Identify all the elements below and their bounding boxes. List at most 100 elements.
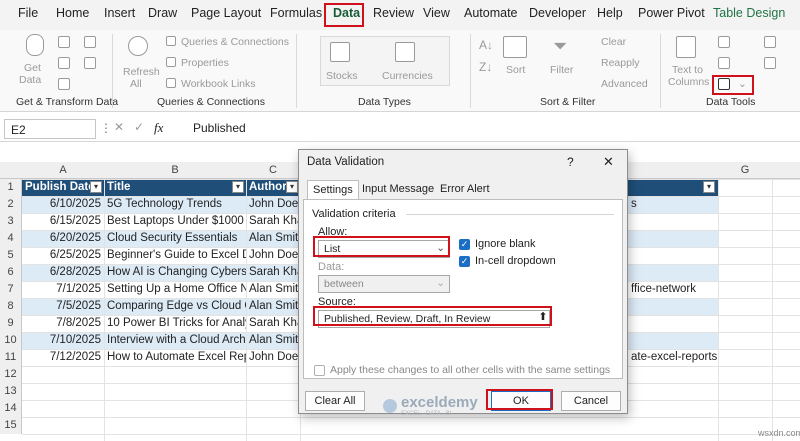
filter-dropdown-icon[interactable]: ▾	[703, 181, 715, 193]
table-cell[interactable]: 6/10/2025	[22, 196, 104, 213]
advanced-button[interactable]: Advanced	[601, 78, 648, 90]
table-cell[interactable]: How AI is Changing Cyberse	[104, 264, 246, 281]
close-icon[interactable]: ✕	[603, 154, 614, 170]
filter-dropdown-icon[interactable]: ▾	[232, 181, 244, 193]
menu-draw[interactable]: Draw	[148, 6, 177, 20]
table-cell[interactable]: 7/10/2025	[22, 332, 104, 349]
menu-page-layout[interactable]: Page Layout	[191, 6, 261, 20]
tab-error-alert[interactable]: Error Alert	[435, 180, 495, 200]
table-cell[interactable]: 5G Technology Trends	[104, 196, 246, 213]
table-cell[interactable]: 6/25/2025	[22, 247, 104, 264]
col-header-c[interactable]: C	[246, 164, 300, 176]
from-table-icon[interactable]	[58, 78, 70, 90]
table-cell[interactable]: 7/8/2025	[22, 315, 104, 332]
table-cell[interactable]: ffice-network	[628, 281, 718, 298]
row-header[interactable]: 3	[0, 213, 22, 230]
table-cell[interactable]	[628, 247, 718, 264]
insert-function-icon[interactable]: fx	[154, 120, 163, 136]
table-cell[interactable]: John Doe	[246, 247, 300, 264]
table-cell[interactable]: Comparing Edge vs Cloud C	[104, 298, 246, 315]
col-header-a[interactable]: A	[22, 164, 104, 176]
ignore-blank-checkbox[interactable]: ✓	[459, 239, 470, 250]
menu-view[interactable]: View	[423, 6, 450, 20]
menu-review[interactable]: Review	[373, 6, 414, 20]
table-cell[interactable]: Sarah Kha	[246, 264, 300, 281]
currencies-button[interactable]: Currencies	[382, 70, 433, 82]
apply-all-checkbox[interactable]	[314, 365, 325, 376]
table-cell[interactable]: John Doe	[246, 349, 300, 366]
menu-insert[interactable]: Insert	[104, 6, 135, 20]
table-cell[interactable]: Alan Smit	[246, 230, 300, 247]
from-web-icon[interactable]	[58, 57, 70, 69]
filter-dropdown-icon[interactable]: ▾	[90, 181, 102, 193]
from-text-icon[interactable]	[58, 36, 70, 48]
row-header[interactable]: 14	[0, 400, 22, 417]
apply-all-label[interactable]: Apply these changes to all other cells w…	[330, 364, 610, 376]
stocks-button[interactable]: Stocks	[326, 70, 358, 82]
table-cell[interactable]: 7/5/2025	[22, 298, 104, 315]
text-to-label[interactable]: Text to	[672, 64, 703, 76]
tab-settings[interactable]: Settings	[307, 180, 359, 200]
menu-file[interactable]: File	[18, 6, 38, 20]
table-cell[interactable]: 6/28/2025	[22, 264, 104, 281]
row-header[interactable]: 15	[0, 417, 22, 434]
in-cell-dropdown-checkbox[interactable]: ✓	[459, 256, 470, 267]
tab-input-message[interactable]: Input Message	[357, 180, 439, 200]
table-cell[interactable]	[628, 230, 718, 247]
table-cell[interactable]	[628, 264, 718, 281]
table-cell[interactable]	[628, 332, 718, 349]
enter-icon[interactable]: ✓	[134, 120, 144, 134]
relationships-icon[interactable]	[764, 57, 776, 69]
clear-button[interactable]: Clear	[601, 36, 626, 48]
table-cell[interactable]: Best Laptops Under $1000	[104, 213, 246, 230]
row-header[interactable]: 8	[0, 298, 22, 315]
table-cell[interactable]: Setting Up a Home Office N	[104, 281, 246, 298]
refresh-label[interactable]: Refresh	[123, 66, 160, 78]
table-cell[interactable]: ate-excel-reports	[628, 349, 718, 366]
row-header[interactable]: 7	[0, 281, 22, 298]
table-cell[interactable]	[628, 298, 718, 315]
remove-duplicates-icon[interactable]	[718, 57, 730, 69]
reapply-button[interactable]: Reapply	[601, 57, 640, 69]
cancel-button[interactable]: Cancel	[561, 391, 621, 411]
filter-dropdown-icon[interactable]: ▾	[286, 181, 298, 193]
table-cell[interactable]: 7/12/2025	[22, 349, 104, 366]
row-header[interactable]: 13	[0, 383, 22, 400]
table-cell[interactable]: Sarah Kha	[246, 213, 300, 230]
menu-help[interactable]: Help	[597, 6, 623, 20]
row-header[interactable]: 10	[0, 332, 22, 349]
row-header[interactable]: 12	[0, 366, 22, 383]
recent-sources-icon[interactable]	[84, 36, 96, 48]
col-header-b[interactable]: B	[104, 164, 246, 176]
menu-formulas[interactable]: Formulas	[270, 6, 322, 20]
ignore-blank-label[interactable]: Ignore blank	[475, 238, 536, 250]
help-icon[interactable]: ?	[567, 155, 574, 169]
refresh-all-label[interactable]: All	[130, 78, 142, 90]
row-header[interactable]: 9	[0, 315, 22, 332]
table-cell[interactable]: Beginner's Guide to Excel D	[104, 247, 246, 264]
in-cell-dropdown-label[interactable]: In-cell dropdown	[475, 255, 556, 267]
table-cell[interactable]: Cloud Security Essentials	[104, 230, 246, 247]
table-cell[interactable]: 6/20/2025	[22, 230, 104, 247]
menu-table-design[interactable]: Table Design	[713, 6, 785, 20]
workbook-links-button[interactable]: Workbook Links	[181, 78, 256, 90]
consolidate-icon[interactable]	[764, 36, 776, 48]
table-header-cell[interactable]: Title	[104, 179, 246, 196]
col-header-g[interactable]: G	[718, 164, 772, 176]
formula-content[interactable]: Published	[193, 121, 246, 135]
properties-button[interactable]: Properties	[181, 57, 229, 69]
row-header[interactable]: 4	[0, 230, 22, 247]
columns-label[interactable]: Columns	[668, 76, 709, 88]
menu-home[interactable]: Home	[56, 6, 89, 20]
table-cell[interactable]: Alan Smit	[246, 281, 300, 298]
get-data-label-2[interactable]: Data	[19, 74, 41, 86]
menu-power-pivot[interactable]: Power Pivot	[638, 6, 705, 20]
row-header[interactable]: 6	[0, 264, 22, 281]
clear-all-button[interactable]: Clear All	[305, 391, 365, 411]
name-box[interactable]: E2	[4, 119, 96, 139]
queries-connections-button[interactable]: Queries & Connections	[181, 36, 289, 48]
table-cell[interactable]: Alan Smit	[246, 298, 300, 315]
table-cell[interactable]: s	[628, 196, 718, 213]
filter-button[interactable]: Filter	[550, 64, 573, 76]
table-cell[interactable]: 10 Power BI Tricks for Analy	[104, 315, 246, 332]
